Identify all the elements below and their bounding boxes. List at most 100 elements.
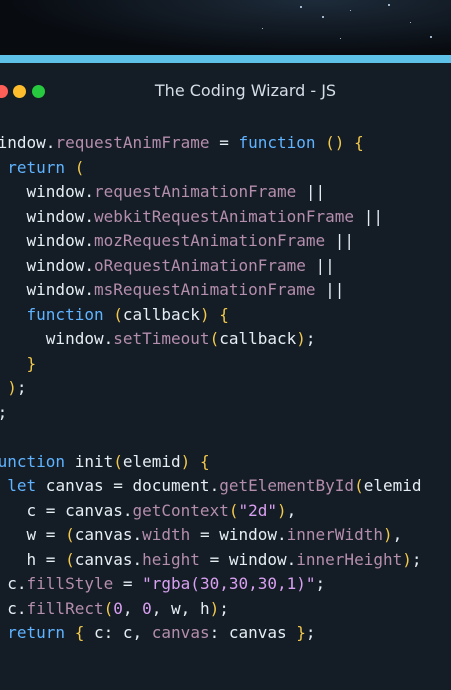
code-line: c = canvas.getContext("2d"), [0, 499, 451, 524]
code-token: = window. [199, 549, 297, 569]
code-token: ) [277, 500, 287, 520]
code-token: } [26, 353, 37, 373]
code-token: oRequestAnimationFrame [93, 255, 306, 275]
code-token: fillStyle [26, 574, 114, 593]
code-token: c. [7, 574, 27, 593]
code-token: canvas. [74, 525, 143, 544]
code-token: : canvas [209, 623, 297, 642]
code-token: ; [219, 598, 229, 618]
code-token: ; [16, 378, 27, 397]
code-line: function (callback) { [0, 303, 451, 328]
code-token: ) [199, 304, 210, 324]
code-line: window.requestAnimationFrame || [0, 180, 451, 205]
code-line: w = (canvas.width = window.innerWidth), [0, 523, 451, 548]
code-token: , [286, 500, 297, 520]
code-token: ) [382, 525, 393, 544]
code-token: || [296, 182, 326, 201]
code-token: ; [315, 574, 326, 593]
code-token: init [65, 451, 114, 471]
code-token: canvas. [74, 549, 143, 569]
code-token: || [325, 231, 355, 250]
code-token: callback [122, 304, 200, 324]
code-token: , w, h [151, 598, 210, 618]
code-token: ( [74, 157, 85, 177]
code-token: ( [113, 304, 123, 324]
code-line: return ( [0, 156, 451, 181]
screen: The Coding Wizard - JS window.requestAni… [0, 0, 451, 690]
code-token: , [392, 525, 403, 544]
code-token: c = canvas. [0, 500, 133, 520]
code-token: width [142, 525, 191, 544]
code-token: ; [305, 623, 316, 642]
code-line: window.setTimeout(callback); [0, 327, 451, 352]
code-line: h = (canvas.height = window.innerHeight)… [0, 548, 451, 573]
code-line: return { c: c, canvas: canvas }; [0, 621, 451, 646]
code-token: || [315, 280, 345, 299]
code-token: height [142, 549, 200, 569]
code-token: { [219, 304, 229, 324]
code-token: 0 [142, 598, 152, 618]
code-token: 0 [113, 598, 123, 618]
starfield-background [0, 0, 451, 56]
code-token: requestAnimationFrame [93, 182, 297, 201]
code-token: = window. [190, 525, 287, 544]
code-line: c.fillRect(0, 0, w, h); [0, 597, 451, 622]
code-editor[interactable]: window.requestAnimFrame = function () { … [0, 131, 451, 646]
code-line: window.requestAnimFrame = function () { [0, 131, 451, 156]
code-token: = [113, 574, 143, 593]
code-token: return [7, 623, 66, 642]
code-token: } [296, 623, 306, 642]
code-line: let canvas = document.getElementById(ele… [0, 474, 451, 499]
code-token: return [7, 157, 66, 177]
code-token: innerWidth [286, 525, 383, 544]
code-token: webkitRequestAnimationFrame [93, 206, 355, 226]
code-token: elemid [363, 476, 422, 495]
code-token: ) [296, 329, 306, 348]
window-title: The Coding Wizard - JS [154, 81, 337, 100]
code-token: window. [26, 231, 94, 250]
code-token: ( [65, 549, 75, 569]
code-line: } [0, 352, 451, 377]
code-token: "rgba(30,30,30,1)" [142, 574, 316, 593]
code-token: c: c, [84, 623, 152, 642]
code-line: window.oRequestAnimationFrame || [0, 254, 451, 279]
code-token: ( [65, 525, 75, 544]
accent-bar [0, 55, 451, 63]
code-token: ( [354, 476, 364, 495]
code-line: window.webkitRequestAnimationFrame || [0, 205, 451, 230]
code-token: ; [411, 549, 422, 569]
code-line: function init(elemid) { [0, 450, 451, 475]
code-line: ); [0, 376, 451, 401]
code-token: let [7, 476, 37, 495]
code-window: The Coding Wizard - JS window.requestAni… [0, 63, 451, 690]
code-token: setTimeout [113, 329, 210, 348]
code-line: }; [0, 401, 451, 426]
code-token: ; [305, 329, 316, 348]
code-token: ( [103, 598, 114, 618]
code-token: ) [209, 598, 220, 618]
code-token: || [354, 206, 383, 226]
code-token: function [0, 451, 66, 471]
code-token: ( [209, 329, 220, 348]
window-titlebar: The Coding Wizard - JS [0, 63, 451, 119]
code-token: fillRect [26, 598, 104, 618]
code-token: , [122, 598, 143, 618]
code-token: ) [7, 378, 17, 397]
code-token: ; [0, 403, 7, 422]
code-line: window.mozRequestAnimationFrame || [0, 229, 451, 254]
code-token: ) [180, 451, 191, 471]
code-token: window. [26, 280, 94, 299]
code-token: () [325, 133, 345, 152]
code-token: callback [219, 329, 297, 348]
code-token: { [199, 451, 210, 471]
code-token: function [238, 133, 316, 152]
